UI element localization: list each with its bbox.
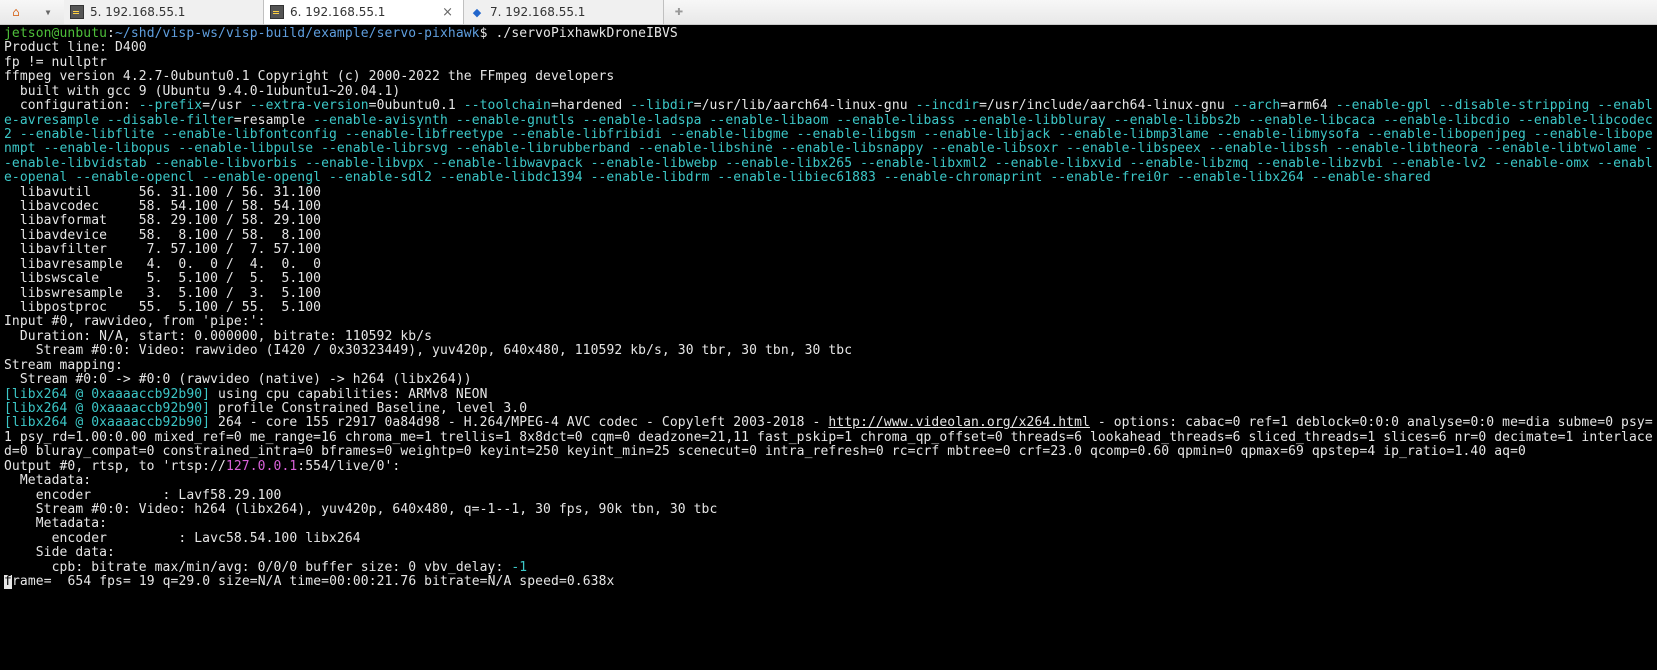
terminal-output[interactable]: jetson@unbutu:~/shd/visp-ws/visp-build/e… bbox=[0, 25, 1657, 670]
prompt-userhost: jetson@unbutu bbox=[4, 26, 107, 41]
terminal-icon bbox=[70, 5, 84, 19]
input-line: Stream mapping: bbox=[4, 359, 1653, 373]
stdout-line: fp != nullptr bbox=[4, 56, 1653, 70]
input-line: Stream #0:0: Video: rawvideo (I420 / 0x3… bbox=[4, 344, 1653, 358]
lib-version: libpostproc 55. 5.100 / 55. 5.100 bbox=[4, 301, 1653, 315]
x264-url[interactable]: http://www.videolan.org/x264.html bbox=[828, 415, 1090, 430]
output-meta: Side data: bbox=[4, 546, 1653, 560]
tab-group: 5. 192.168.55.1 6. 192.168.55.1 × ◆ 7. 1… bbox=[64, 0, 694, 24]
lib-version: libavformat 58. 29.100 / 58. 29.100 bbox=[4, 214, 1653, 228]
command-text: ./servoPixhawkDroneIBVS bbox=[495, 26, 677, 41]
output-meta: encoder : Lavf58.29.100 bbox=[4, 489, 1653, 503]
home-icon[interactable]: ⌂ bbox=[8, 4, 24, 20]
lib-version: libswscale 5. 5.100 / 5. 5.100 bbox=[4, 272, 1653, 286]
libx264-line: [libx264 @ 0xaaaaccb92b90] 264 - core 15… bbox=[4, 416, 1653, 459]
libx264-line: [libx264 @ 0xaaaaccb92b90] profile Const… bbox=[4, 402, 1653, 416]
cpb-line: cpb: bitrate max/min/avg: 0/0/0 buffer s… bbox=[4, 561, 1653, 575]
frame-progress: frame= 654 fps= 19 q=29.0 size=N/A time=… bbox=[4, 575, 1653, 589]
lib-version: libswresample 3. 5.100 / 3. 5.100 bbox=[4, 287, 1653, 301]
input-line: Stream #0:0 -> #0:0 (rawvideo (native) -… bbox=[4, 373, 1653, 387]
lib-version: libavutil 56. 31.100 / 56. 31.100 bbox=[4, 186, 1653, 200]
lib-version: libavcodec 58. 54.100 / 58. 54.100 bbox=[4, 200, 1653, 214]
output-meta: Stream #0:0: Video: h264 (libx264), yuv4… bbox=[4, 503, 1653, 517]
tab-label: 7. 192.168.55.1 bbox=[490, 5, 585, 19]
output-meta: Metadata: bbox=[4, 517, 1653, 531]
prompt-path: ~/shd/visp-ws/visp-build/example/servo-p… bbox=[115, 26, 480, 41]
output-header: Output #0, rtsp, to 'rtsp://127.0.0.1:55… bbox=[4, 460, 1653, 474]
lib-version: libavdevice 58. 8.100 / 58. 8.100 bbox=[4, 229, 1653, 243]
tab-session-7[interactable]: ◆ 7. 192.168.55.1 bbox=[464, 0, 664, 24]
output-meta: Metadata: bbox=[4, 474, 1653, 488]
libx264-line: [libx264 @ 0xaaaaccb92b90] using cpu cap… bbox=[4, 388, 1653, 402]
stdout-line: Product line: D400 bbox=[4, 41, 1653, 55]
prompt-end: $ bbox=[480, 26, 496, 41]
lib-version: libavfilter 7. 57.100 / 7. 57.100 bbox=[4, 243, 1653, 257]
prompt-sep: : bbox=[107, 26, 115, 41]
browser-tab-strip: ⌂ ▼ 5. 192.168.55.1 6. 192.168.55.1 × ◆ … bbox=[0, 0, 1657, 25]
stdout-line: built with gcc 9 (Ubuntu 9.4.0-1ubuntu1~… bbox=[4, 85, 1653, 99]
tab-label: 6. 192.168.55.1 bbox=[290, 5, 385, 19]
lib-version: libavresample 4. 0. 0 / 4. 0. 0 bbox=[4, 258, 1653, 272]
tab-label: 5. 192.168.55.1 bbox=[90, 5, 185, 19]
dropdown-icon[interactable]: ▼ bbox=[40, 4, 56, 20]
stdout-line: ffmpeg version 4.2.7-0ubuntu0.1 Copyrigh… bbox=[4, 70, 1653, 84]
input-line: Input #0, rawvideo, from 'pipe:': bbox=[4, 315, 1653, 329]
site-icon: ◆ bbox=[470, 5, 484, 19]
tab-session-6[interactable]: 6. 192.168.55.1 × bbox=[264, 0, 464, 24]
output-meta: encoder : Lavc58.54.100 libx264 bbox=[4, 532, 1653, 546]
close-icon[interactable]: × bbox=[432, 5, 453, 20]
terminal-icon bbox=[270, 5, 284, 19]
input-line: Duration: N/A, start: 0.000000, bitrate:… bbox=[4, 330, 1653, 344]
tab-session-5[interactable]: 5. 192.168.55.1 bbox=[64, 0, 264, 24]
block-cursor: f bbox=[4, 575, 12, 589]
ffmpeg-configuration: configuration: --prefix=/usr --extra-ver… bbox=[4, 99, 1653, 186]
new-tab-button[interactable]: ✚ bbox=[664, 0, 694, 24]
